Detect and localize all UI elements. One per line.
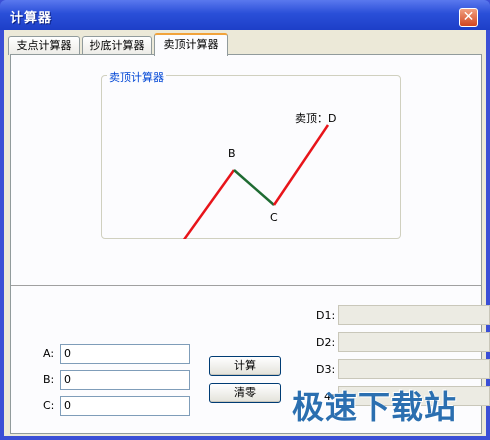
client-area: 支点计算器 抄底计算器 卖顶计算器 卖顶计算器 A B C 卖顶：D A: 0 … (4, 30, 490, 436)
output-d2-field[interactable] (338, 332, 490, 352)
section-divider (11, 285, 481, 286)
point-c-label: C (270, 211, 278, 224)
clear-button[interactable]: 清零 (209, 383, 281, 403)
leg-c-d (272, 124, 330, 206)
output-d1-field[interactable] (338, 305, 490, 325)
close-button[interactable]: ✕ (459, 8, 478, 27)
app-window: 计算器 ✕ 支点计算器 抄底计算器 卖顶计算器 卖顶计算器 A B C 卖顶：D (0, 0, 490, 440)
watermark-logo: 极速下载站 (292, 388, 458, 426)
title-bar[interactable]: 计算器 ✕ (0, 0, 490, 30)
tab-label: 抄底计算器 (89, 39, 145, 52)
tab-label: 卖顶计算器 (163, 38, 219, 51)
input-a-value: 0 (64, 347, 71, 360)
input-b-label: B: (43, 373, 55, 386)
leg-a-b (182, 169, 236, 239)
input-b-field[interactable]: 0 (60, 370, 190, 390)
input-c-value: 0 (64, 399, 71, 412)
output-d1-label: D1: (316, 309, 336, 322)
close-icon: ✕ (462, 9, 475, 25)
point-b-label: B (228, 147, 236, 160)
point-d-label: 卖顶：D (295, 112, 336, 125)
leg-b-c (233, 169, 275, 206)
input-a-field[interactable]: 0 (60, 344, 190, 364)
calculate-button[interactable]: 计算 (209, 356, 281, 376)
output-d2-label: D2: (316, 336, 336, 349)
wave-diagram: A B C 卖顶：D (182, 112, 336, 239)
window-title: 计算器 (10, 11, 53, 26)
tab-panel: 卖顶计算器 A B C 卖顶：D A: 0 B: 0 C: 0 计算 清零 D1… (10, 54, 490, 434)
output-d3-label: D3: (316, 363, 336, 376)
output-d3-field[interactable] (338, 359, 490, 379)
input-b-value: 0 (64, 373, 71, 386)
tab-top-sell-calculator[interactable]: 卖顶计算器 (154, 33, 228, 56)
input-c-field[interactable]: 0 (60, 396, 190, 416)
tab-label: 支点计算器 (16, 39, 72, 52)
tab-pivot-calculator[interactable]: 支点计算器 (8, 36, 80, 55)
tab-bottom-calculator[interactable]: 抄底计算器 (82, 36, 152, 55)
input-c-label: C: (43, 399, 55, 412)
input-a-label: A: (43, 347, 55, 360)
